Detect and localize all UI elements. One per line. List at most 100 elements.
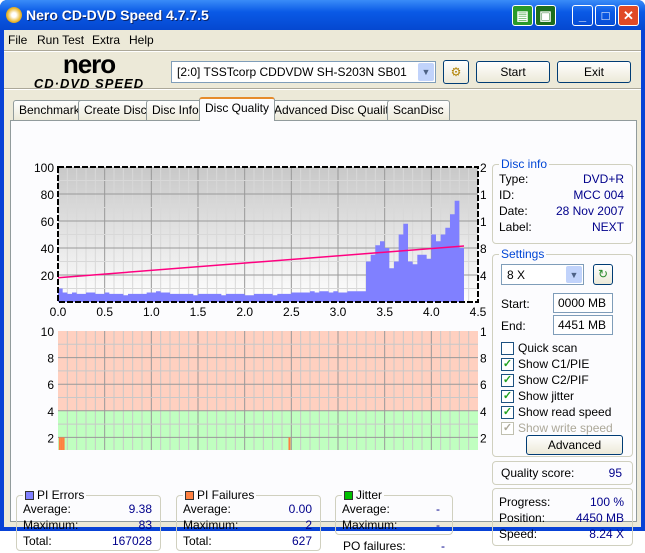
checkbox-box[interactable]: ✓ [501, 374, 514, 387]
disc-info-group: Disc info Type: DVD+R ID: MCC 004 Date: 28 No… [492, 157, 633, 244]
x-tick-label: 2.5 [283, 305, 300, 319]
info-row: Total: 627 [183, 534, 312, 550]
tab-create-disc[interactable]: Create Disc [78, 100, 153, 120]
row-label: Position: [499, 511, 546, 525]
y2-tick-label: 8 [480, 242, 486, 256]
pi-failures-group: PI Failures Average: 0.00 Maximum: 2 Total: 62… [176, 488, 321, 551]
quality-score-label: Quality score: [501, 466, 575, 480]
row-label: Type: [499, 172, 529, 186]
tab-disc-quality[interactable]: Disc Quality [199, 97, 276, 121]
close-button[interactable]: ✕ [618, 5, 639, 26]
window-title: Nero CD-DVD Speed 4.7.7.5 [26, 7, 209, 23]
menu-help[interactable]: Help [129, 33, 154, 47]
pi-errors-swatch [25, 491, 34, 500]
drive-value: [2:0] TSSTcorp CDDVDW SH-S203N SB01 [177, 65, 407, 79]
row-label: Average: [23, 502, 71, 516]
row-label: Total: [23, 534, 52, 548]
y-tick-label: 10 [41, 325, 55, 339]
nero-logo: nero CD·DVD SPEED [33, 49, 145, 91]
row-value: 83 [138, 518, 152, 532]
checkbox-box[interactable]: ✓ [501, 422, 514, 435]
x-tick-label: 2.0 [236, 305, 253, 319]
advanced-button[interactable]: Advanced [526, 435, 623, 455]
row-value: 0.00 [288, 502, 312, 516]
jitter-swatch [344, 491, 353, 500]
row-value: 167028 [111, 534, 152, 548]
checkbox-box[interactable] [501, 342, 514, 355]
y-tick-label: 20 [41, 269, 55, 283]
po-failures-label: PO failures: [343, 539, 406, 553]
tab-scandisc[interactable]: ScanDisc [387, 100, 450, 120]
y2-tick-label: 8 [480, 352, 486, 366]
y2-tick-label: 12 [480, 215, 486, 229]
pi-failure-bar [62, 437, 65, 450]
chevron-down-icon[interactable]: ▼ [418, 63, 434, 81]
y2-tick-label: 6 [480, 378, 486, 392]
info-row: Average: 0.00 [183, 502, 312, 518]
y-tick-label: 2 [47, 431, 54, 445]
x-tick-label: 1.5 [190, 305, 207, 319]
y-tick-label: 8 [47, 352, 54, 366]
tab-advanced-disc-quality[interactable]: Advanced Disc Quality [268, 100, 401, 120]
checkbox-box[interactable]: ✓ [501, 406, 514, 419]
y-tick-label: 40 [41, 242, 55, 256]
y-tick-label: 80 [41, 188, 55, 202]
menu-file[interactable]: File [8, 33, 27, 47]
checkbox-box[interactable]: ✓ [501, 390, 514, 403]
minimize-button[interactable]: _ [572, 5, 593, 26]
refresh-icon: ↻ [597, 267, 609, 281]
save-icon[interactable]: ▣ [535, 5, 556, 26]
copy-icon[interactable]: ▤ [512, 5, 533, 26]
y-tick-label: 6 [47, 378, 54, 392]
jitter-title: Jitter [342, 488, 385, 502]
app-window: Nero CD-DVD Speed 4.7.7.5 ▤ ▣ _ □ ✕ File… [0, 0, 645, 553]
exit-button[interactable]: Exit [557, 61, 631, 83]
row-value: NEXT [591, 220, 624, 234]
maximize-button[interactable]: □ [595, 5, 616, 26]
x-tick-label: 0.0 [50, 305, 67, 319]
refresh-drive-button[interactable]: ⚙ [443, 60, 469, 84]
tab-disc-info[interactable]: Disc Info [146, 100, 205, 120]
gear-icon: ⚙ [450, 65, 462, 79]
y2-tick-label: 4 [480, 405, 486, 419]
pi-failure-bar [288, 437, 291, 450]
menu-extra[interactable]: Extra [92, 33, 120, 47]
settings-group: Settings 8 X ▼ ↻ Start: 0000 MB End: 4451… [492, 247, 633, 457]
tab-benchmark[interactable]: Benchmark [13, 100, 86, 120]
row-label: Maximum: [23, 518, 79, 532]
y2-tick-label: 10 [480, 325, 486, 339]
row-value: 4450 MB [575, 511, 624, 525]
x-tick-label: 3.0 [330, 305, 347, 319]
divider [4, 88, 641, 90]
checkbox-label: Show write speed [518, 421, 613, 435]
checkbox-box[interactable]: ✓ [501, 358, 514, 371]
y-tick-label: 100 [34, 161, 54, 175]
pi-failures-title: PI Failures [183, 488, 257, 502]
y-tick-label: 4 [47, 405, 54, 419]
row-label: Average: [183, 502, 231, 516]
info-row: Progress: 100 % [499, 495, 624, 511]
start-input[interactable]: 0000 MB [553, 293, 613, 313]
info-row: Position: 4450 MB [499, 511, 624, 527]
x-tick-label: 0.5 [96, 305, 113, 319]
x-tick-label: 4.0 [423, 305, 440, 319]
drive-select[interactable]: [2:0] TSSTcorp CDDVDW SH-S203N SB01 ▼ [171, 61, 436, 83]
end-input[interactable]: 4451 MB [553, 315, 613, 335]
info-row: Date: 28 Nov 2007 [499, 204, 624, 220]
start-button[interactable]: Start [476, 61, 550, 83]
chevron-down-icon[interactable]: ▼ [566, 266, 582, 283]
x-tick-label: 1.0 [143, 305, 160, 319]
speed-select[interactable]: 8 X ▼ [501, 264, 584, 285]
checkbox-label: Show read speed [518, 405, 612, 419]
row-label: Date: [499, 204, 528, 218]
row-value: 100 % [589, 495, 624, 509]
menu-run-test[interactable]: Run Test [37, 33, 84, 47]
x-tick-label: 4.5 [470, 305, 486, 319]
disc-info-title: Disc info [499, 157, 550, 171]
quality-score-group: Quality score: 95 [492, 461, 633, 485]
title-bar: Nero CD-DVD Speed 4.7.7.5 ▤ ▣ _ □ ✕ [0, 0, 645, 30]
row-value: MCC 004 [573, 188, 624, 202]
row-label: Progress: [499, 495, 551, 509]
pi-failures-swatch [185, 491, 194, 500]
refresh-speed-button[interactable]: ↻ [593, 264, 613, 285]
